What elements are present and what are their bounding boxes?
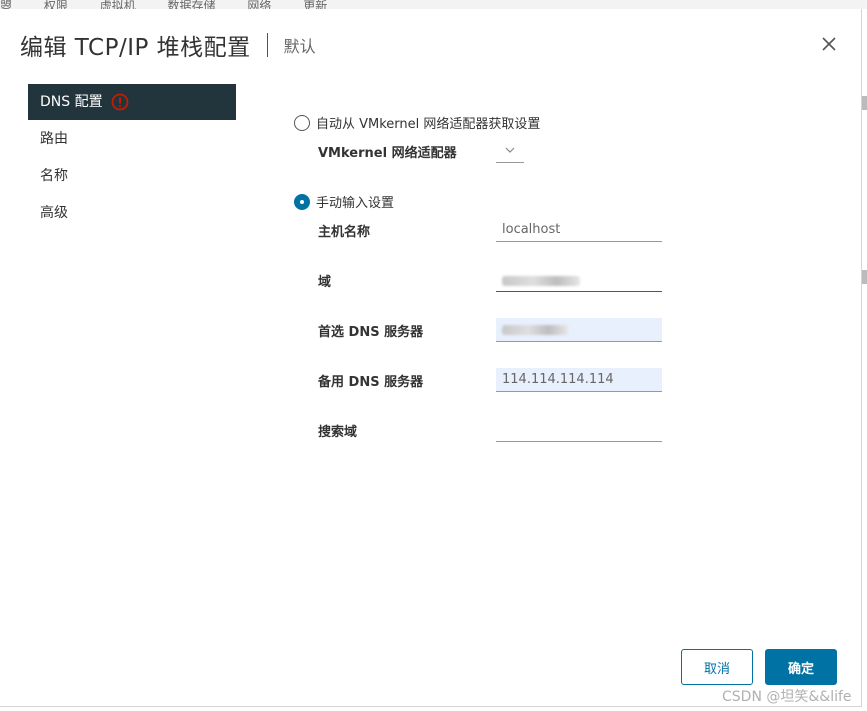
- auto-settings-label: 自动从 VMkernel 网络适配器获取设置: [316, 117, 541, 132]
- sidebar-item-name[interactable]: 名称: [28, 158, 236, 194]
- alternate-dns-input[interactable]: [496, 368, 662, 392]
- ok-button[interactable]: 确定: [765, 649, 837, 685]
- manual-settings-radio[interactable]: 手动输入设置: [294, 192, 394, 211]
- radio-button-checked[interactable]: [294, 193, 310, 210]
- search-domain-label: 搜索域: [318, 425, 358, 440]
- manual-settings-label: 手动输入设置: [316, 196, 395, 211]
- hostname-input[interactable]: [496, 218, 662, 242]
- chevron-down-icon: [505, 147, 515, 153]
- background-tab: 曌: [0, 0, 13, 9]
- redacted-value: [502, 325, 568, 335]
- sidebar-item-routing[interactable]: 路由: [28, 121, 236, 157]
- sidebar-item-advanced[interactable]: 高级: [28, 195, 236, 231]
- sidebar-item-label: 路由: [40, 131, 68, 147]
- domain-input[interactable]: [496, 268, 662, 292]
- hostname-label: 主机名称: [318, 225, 371, 240]
- preferred-dns-label: 首选 DNS 服务器: [318, 325, 424, 340]
- background-tab: 数据存储: [167, 0, 216, 9]
- background-tab-strip: 曌 权限 虚拟机 数据存储 网络 更新: [0, 0, 867, 9]
- cancel-button[interactable]: 取消: [681, 649, 753, 685]
- error-icon: [111, 93, 128, 111]
- sidebar-item-label: 名称: [40, 168, 68, 184]
- adapter-label: VMkernel 网络适配器: [318, 146, 457, 161]
- redacted-value: [502, 276, 580, 286]
- adapter-select[interactable]: [496, 139, 524, 163]
- radio-button[interactable]: [294, 114, 310, 131]
- close-icon: [822, 37, 836, 51]
- watermark: CSDN @坦笑&&life: [722, 689, 852, 705]
- sidebar-item-label: DNS 配置: [40, 94, 103, 110]
- dialog-title: 编辑 TCP/IP 堆栈配置: [20, 35, 251, 61]
- preferred-dns-input[interactable]: [496, 318, 662, 342]
- sidebar-item-dns[interactable]: DNS 配置: [28, 84, 236, 120]
- close-button[interactable]: [818, 33, 840, 55]
- sidebar-nav: DNS 配置 路由 名称 高级: [28, 84, 236, 231]
- sidebar-item-label: 高级: [40, 205, 68, 221]
- background-tab: 权限: [43, 0, 68, 9]
- domain-label: 域: [318, 275, 332, 290]
- alternate-dns-label: 备用 DNS 服务器: [318, 375, 424, 390]
- search-domain-input[interactable]: [496, 418, 662, 442]
- background-tab: 更新: [303, 0, 328, 9]
- dns-config-form: 自动从 VMkernel 网络适配器获取设置 VMkernel 网络适配器 手动…: [294, 9, 814, 707]
- background-tab: 网络: [247, 0, 272, 9]
- background-tab: 虚拟机: [99, 0, 136, 9]
- edit-tcpip-dialog: 编辑 TCP/IP 堆栈配置 默认 DNS 配置 路由 名称 高级 自动从 VM…: [0, 9, 862, 707]
- title-divider: [266, 33, 268, 57]
- auto-settings-radio[interactable]: 自动从 VMkernel 网络适配器获取设置: [294, 113, 540, 132]
- dialog-header: 编辑 TCP/IP 堆栈配置 默认: [20, 27, 316, 63]
